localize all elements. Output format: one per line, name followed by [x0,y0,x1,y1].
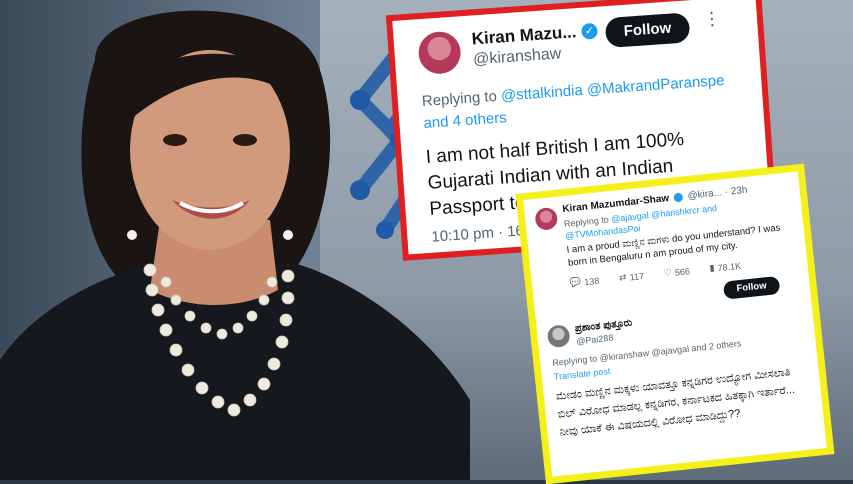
replying-to: Replying to @sttalkindia @MakrandParansp… [421,69,742,113]
reply-avatar[interactable] [546,324,571,349]
verified-badge-icon [673,192,684,203]
views-count: 78.1K [717,260,742,273]
author-handle[interactable]: @kira... [687,187,723,202]
verified-badge-icon: ✓ [580,22,599,40]
avatar[interactable] [417,30,463,76]
tweet-card-screenshot: Kiran Mazumdar-Shaw @kira... · 23h Reply… [515,163,835,484]
author-name[interactable]: Kiran Mazu... [471,22,577,49]
reply-author-name[interactable]: ಪ್ರಶಾಂತ ಪುತ್ತೂರು [574,318,632,335]
reply-count: 138 [583,275,600,287]
replying-mentions[interactable]: @sttalkindia @MakrandParanspe [500,72,725,105]
tweet-time: · 23h [724,184,748,199]
retweet-stat[interactable]: ⇄ 117 [619,270,645,284]
reply-author-handle[interactable]: @Pai288 [576,333,614,347]
views-icon: ▮ [709,262,716,274]
like-icon: ♡ [663,267,673,278]
views-stat[interactable]: ▮ 78.1K [709,260,741,274]
translate-post-link[interactable]: Translate post [553,366,610,382]
replying-others[interactable]: and 4 others [423,109,507,132]
reply-icon: 💬 [569,276,582,288]
follow-button[interactable]: Follow [722,275,781,300]
author-handle[interactable]: @kiranshaw [473,45,562,69]
reply-stat[interactable]: 💬 138 [570,275,600,289]
more-options-icon[interactable]: ⋮ [702,8,721,30]
like-count: 566 [674,265,691,278]
retweet-count: 117 [629,270,645,282]
replying-prefix: Replying to [421,87,498,111]
avatar[interactable] [534,206,559,231]
follow-button[interactable]: Follow [604,12,691,49]
retweet-icon: ⇄ [618,271,628,283]
like-stat[interactable]: ♡ 566 [663,265,690,279]
